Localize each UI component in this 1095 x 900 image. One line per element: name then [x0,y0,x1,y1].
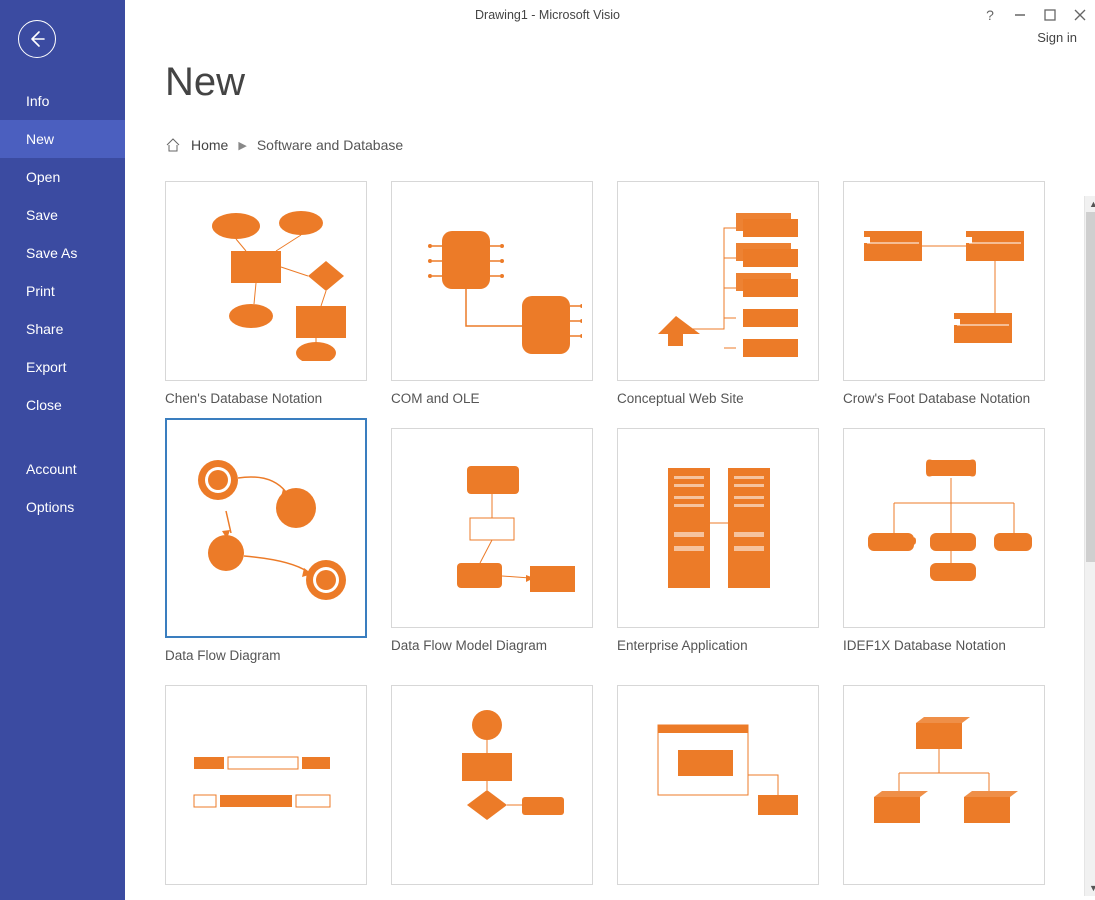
template-idef1x-database-notation[interactable]: IDEF1X Database Notation [843,428,1045,663]
help-button[interactable]: ? [975,0,1005,30]
backstage-sidebar: InfoNewOpenSaveSave AsPrintShareExportCl… [0,0,125,900]
template-crow-s-foot-database-notation[interactable]: Crow's Foot Database Notation [843,181,1045,406]
breadcrumb-home[interactable]: Home [191,137,228,153]
maximize-button[interactable] [1035,0,1065,30]
sidebar-item-info[interactable]: Info [0,82,125,120]
template-label: Crow's Foot Database Notation [843,391,1045,406]
sidebar-item-open[interactable]: Open [0,158,125,196]
sidebar-item-save-as[interactable]: Save As [0,234,125,272]
sidebar-item-share[interactable]: Share [0,310,125,348]
sidebar-item-new[interactable]: New [0,120,125,158]
template-thumbnail [617,428,819,628]
window-controls: ? [975,0,1095,30]
template-thumbnail [391,181,593,381]
window-title: Drawing1 - Microsoft Visio [475,8,620,22]
breadcrumb: Home ▶ Software and Database [165,137,1095,153]
template-chen-s-database-notation[interactable]: Chen's Database Notation [165,181,367,406]
template-label: Data Flow Diagram [165,648,367,663]
chevron-right-icon: ▶ [238,139,246,152]
scroll-down-button[interactable]: ▼ [1085,880,1095,896]
sidebar-item-close[interactable]: Close [0,386,125,424]
home-icon [165,137,181,153]
main-content: New Home ▶ Software and Database Chen's … [125,54,1095,900]
breadcrumb-current: Software and Database [257,137,403,153]
template-label: COM and OLE [391,391,593,406]
template-r1[interactable] [165,685,367,891]
template-conceptual-web-site[interactable]: Conceptual Web Site [617,181,819,406]
sign-in-link[interactable]: Sign in [0,30,1095,54]
template-thumbnail [165,181,367,381]
template-thumbnail [843,428,1045,628]
template-data-flow-model-diagram[interactable]: Data Flow Model Diagram [391,428,593,663]
sidebar-item-export[interactable]: Export [0,348,125,386]
template-thumbnail [617,181,819,381]
title-bar: Drawing1 - Microsoft Visio ? [0,0,1095,30]
template-label: Conceptual Web Site [617,391,819,406]
template-thumbnail [165,685,367,885]
page-title: New [165,60,1095,105]
template-thumbnail [843,685,1045,885]
template-com-and-ole[interactable]: COM and OLE [391,181,593,406]
template-thumbnail [843,181,1045,381]
scroll-thumb[interactable] [1086,212,1095,562]
vertical-scrollbar[interactable]: ▲ ▼ [1084,196,1095,896]
template-thumbnail [165,418,367,638]
sidebar-item-options[interactable]: Options [0,488,125,526]
template-enterprise-application[interactable]: Enterprise Application [617,428,819,663]
sidebar-item-print[interactable]: Print [0,272,125,310]
template-data-flow-diagram[interactable]: Data Flow Diagram [165,428,367,663]
template-r2[interactable] [391,685,593,891]
back-button[interactable] [18,20,56,58]
sidebar-item-account[interactable]: Account [0,450,125,488]
minimize-button[interactable] [1005,0,1035,30]
close-button[interactable] [1065,0,1095,30]
sidebar-item-save[interactable]: Save [0,196,125,234]
template-thumbnail [617,685,819,885]
template-label: Data Flow Model Diagram [391,638,593,653]
template-r4[interactable] [843,685,1045,891]
template-label: Chen's Database Notation [165,391,367,406]
template-thumbnail [391,428,593,628]
template-thumbnail [391,685,593,885]
scroll-up-button[interactable]: ▲ [1085,196,1095,212]
template-label: IDEF1X Database Notation [843,638,1045,653]
template-gallery: Chen's Database Notation COM and OLE Conce… [165,181,1095,891]
template-label: Enterprise Application [617,638,819,653]
template-r3[interactable] [617,685,819,891]
